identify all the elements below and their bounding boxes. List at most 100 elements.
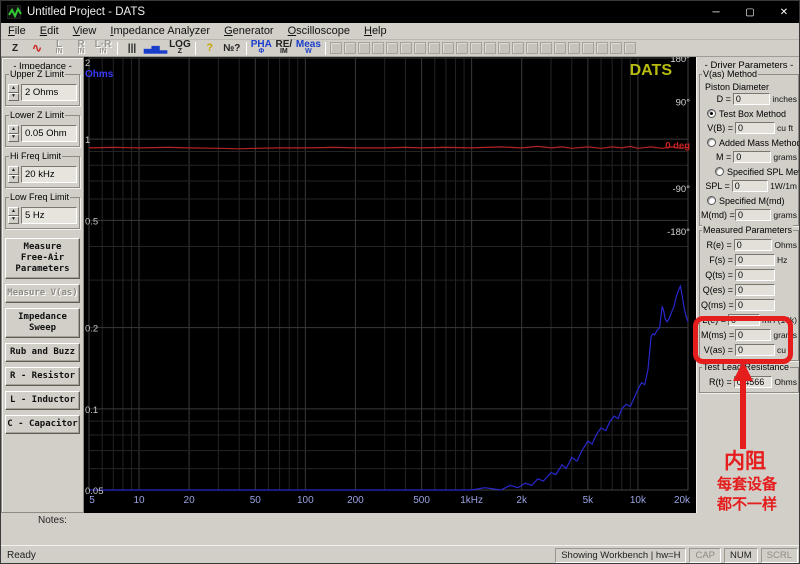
menu-item-file[interactable]: File	[1, 24, 33, 38]
memory-slot-icon	[386, 42, 398, 54]
limit-spinner-1: ▲▼	[8, 125, 19, 142]
radio-unselected[interactable]	[707, 196, 716, 205]
menu-item-help[interactable]: Help	[357, 24, 394, 38]
vas-field-row-8: M(md) =0grams	[701, 208, 797, 222]
left-button-l-inductor[interactable]: L - Inductor	[5, 391, 80, 410]
vas-field-row-2: V(B) =0cu ft	[701, 121, 797, 135]
measured-unit-0: Ohms	[772, 240, 797, 250]
vas-field-value-4[interactable]: 0	[733, 151, 771, 163]
x-tick-label: 500	[413, 495, 430, 506]
chart-background	[84, 57, 696, 513]
re-im-icon-sub: IM	[280, 49, 288, 56]
spinner-down-icon[interactable]: ▼	[8, 134, 19, 143]
memory-slot-icon	[470, 42, 482, 54]
ohm-tick-label: 0.05	[85, 486, 104, 497]
menu-item-edit[interactable]: Edit	[33, 24, 66, 38]
sine-generator-icon[interactable]: ∿	[27, 41, 47, 56]
radio-row-3[interactable]: Added Mass Method	[707, 136, 797, 149]
measured-label-2: Q(ts) =	[701, 270, 735, 280]
phase-icon[interactable]: PHAΦ	[251, 41, 272, 56]
rt-unit-label: Ohms	[772, 377, 797, 387]
status-indicator-cap: CAP	[689, 548, 721, 563]
measure-w-icon[interactable]: MeasW	[296, 41, 321, 56]
ohm-tick-label: 0.1	[85, 405, 98, 416]
radio-row-1[interactable]: Test Box Method	[707, 107, 797, 120]
phase-tick-label: 90°	[676, 97, 691, 108]
menu-item-view[interactable]: View	[66, 24, 104, 38]
impedance-z-icon[interactable]: Z	[5, 41, 25, 56]
minimize-button[interactable]: ─	[699, 1, 733, 23]
spinner-down-icon[interactable]: ▼	[8, 216, 19, 225]
vas-field-value-6[interactable]: 0	[732, 180, 768, 192]
x-tick-label: 1kHz	[460, 495, 483, 506]
stereo-input-icon: L·RIN	[93, 41, 113, 56]
measured-value-3[interactable]: 0	[735, 284, 775, 296]
radio-row-5[interactable]: Specified SPL Method	[715, 165, 797, 178]
vas-field-label-8: M(md) =	[701, 210, 735, 220]
radio-label-3: Added Mass Method	[719, 138, 800, 148]
limit-value-field-1[interactable]: 0.05 Ohm	[21, 125, 77, 142]
vas-field-value-0[interactable]: 0	[733, 93, 771, 105]
left-button-c-capacitor[interactable]: C - Capacitor	[5, 415, 80, 434]
left-button-r-resistor[interactable]: R - Resistor	[5, 367, 80, 386]
bars-icon[interactable]: |||	[122, 41, 142, 56]
vas-field-unit-0: inches	[770, 94, 797, 104]
spinner-up-icon[interactable]: ▲	[8, 207, 19, 216]
vas-field-unit-2: cu ft	[775, 123, 793, 133]
memory-slot-icon	[358, 42, 370, 54]
memory-slot-icon	[456, 42, 468, 54]
left-button-impedance[interactable]: Impedance Sweep	[5, 308, 80, 338]
menu-item-impedance-analyzer[interactable]: Impedance Analyzer	[103, 24, 217, 38]
close-button[interactable]: ✕	[767, 1, 800, 23]
re-im-icon[interactable]: RE/IM	[274, 41, 294, 56]
context-help-icon[interactable]: №?	[222, 41, 242, 56]
measured-label-0: R(e) =	[701, 240, 734, 250]
memory-slot-icon	[442, 42, 454, 54]
menu-item-oscilloscope[interactable]: Oscilloscope	[281, 24, 357, 38]
spinner-up-icon[interactable]: ▲	[8, 125, 19, 134]
vas-field-value-8[interactable]: 0	[735, 209, 771, 221]
measured-value-2[interactable]: 0	[735, 269, 775, 281]
spinner-up-icon[interactable]: ▲	[8, 84, 19, 93]
limit-value-field-2[interactable]: 20 kHz	[21, 166, 77, 183]
vas-field-label-6: SPL =	[701, 181, 732, 191]
limit-value-field-0[interactable]: 2 Ohms	[21, 84, 77, 101]
measured-label-4: Q(ms) =	[701, 300, 735, 310]
left-button-measure[interactable]: Measure Free-Air Parameters	[5, 238, 80, 279]
highlight-box	[693, 316, 793, 364]
x-tick-label: 10	[133, 495, 145, 506]
x-tick-label: 200	[347, 495, 364, 506]
help-icon[interactable]: ?	[200, 41, 220, 56]
memory-slot-icon	[582, 42, 594, 54]
vas-field-value-2[interactable]: 0	[735, 122, 775, 134]
radio-unselected[interactable]	[707, 138, 716, 147]
menu-item-generator[interactable]: Generator	[217, 24, 281, 38]
status-ready-text: Ready	[7, 550, 555, 561]
limit-value-field-3[interactable]: 5 Hz	[21, 207, 77, 224]
left-button-rub-and-buzz[interactable]: Rub and Buzz	[5, 343, 80, 362]
measured-value-1[interactable]: 0	[735, 254, 775, 266]
vas-field-label-4: M =	[701, 152, 733, 162]
help-icon-glyph: ?	[206, 44, 213, 53]
wave-icon-glyph: ▃▅▂	[144, 44, 167, 53]
context-help-icon-glyph: №?	[223, 44, 240, 53]
right-input-icon-sub: IN	[78, 49, 85, 56]
log-z-icon[interactable]: LOGZ	[169, 41, 191, 56]
radio-row-7[interactable]: Specified M(md)	[707, 194, 797, 207]
measured-value-4[interactable]: 0	[735, 299, 775, 311]
memory-slot-icon	[554, 42, 566, 54]
vas-field-row-6: SPL =01W/1m	[701, 179, 797, 193]
wave-icon[interactable]: ▃▅▂	[144, 41, 167, 56]
spinner-up-icon[interactable]: ▲	[8, 166, 19, 175]
measured-row-4: Q(ms) =0	[701, 298, 797, 312]
spinner-down-icon[interactable]: ▼	[8, 175, 19, 184]
bars-icon-glyph: |||	[128, 44, 136, 53]
maximize-button[interactable]: ▢	[733, 1, 767, 23]
phase-tick-label: -90°	[672, 184, 690, 195]
radio-selected[interactable]	[707, 109, 716, 118]
radio-unselected[interactable]	[715, 167, 724, 176]
measured-value-0[interactable]: 0	[734, 239, 773, 251]
right-input-icon: RIN	[71, 41, 91, 56]
spinner-down-icon[interactable]: ▼	[8, 93, 19, 102]
sine-generator-icon-glyph: ∿	[32, 44, 42, 53]
